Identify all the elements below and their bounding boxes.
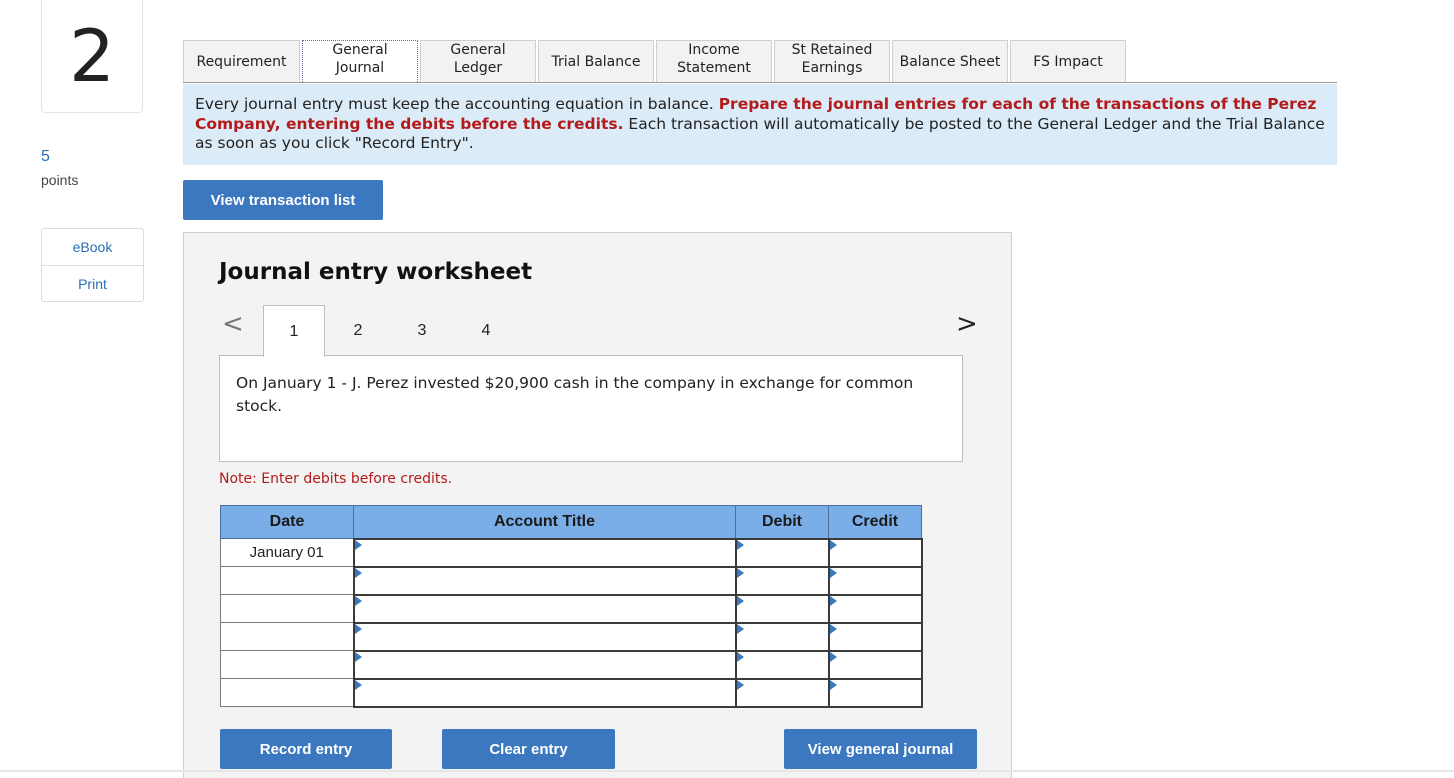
points-value: 5	[41, 148, 50, 165]
question-number: 2	[69, 14, 115, 98]
header-credit: Credit	[828, 505, 922, 539]
tab-label: General Journal	[332, 41, 388, 76]
record-entry-button[interactable]: Record entry	[220, 729, 392, 769]
debit-input[interactable]	[734, 565, 830, 596]
debit-input[interactable]	[734, 677, 830, 708]
side-links: eBook Print	[41, 228, 144, 302]
journal-entry-table: Date Account Title Debit Credit January …	[220, 505, 923, 708]
date-cell	[220, 650, 354, 679]
date-cell	[220, 678, 354, 707]
credit-input[interactable]	[827, 621, 923, 652]
transaction-description: On January 1 - J. Perez invested $20,900…	[219, 355, 963, 462]
date-cell	[220, 594, 354, 623]
header-date: Date	[220, 505, 354, 539]
instructions-lead: Every journal entry must keep the accoun…	[195, 95, 719, 113]
clear-entry-button[interactable]: Clear entry	[442, 729, 615, 769]
date-cell: January 01	[220, 538, 354, 567]
print-link[interactable]: Print	[42, 265, 143, 301]
tab-label: St Retained Earnings	[791, 41, 873, 76]
view-general-journal-button[interactable]: View general journal	[784, 729, 977, 769]
debit-input[interactable]	[734, 593, 830, 624]
table-row	[220, 621, 923, 652]
debit-input[interactable]	[734, 621, 830, 652]
header-account-title: Account Title	[353, 505, 736, 539]
requirement-tabs: Requirement General Journal General Ledg…	[183, 40, 1337, 83]
page-bottom-divider	[0, 770, 1454, 772]
account-title-input[interactable]	[352, 621, 737, 652]
page-tab-3[interactable]: 3	[391, 305, 453, 357]
tab-label: Income Statement	[677, 41, 751, 76]
page-tab-1[interactable]: 1	[263, 305, 325, 357]
account-title-input[interactable]	[352, 677, 737, 708]
account-title-input[interactable]	[352, 593, 737, 624]
tab-label: General Ledger	[450, 41, 506, 76]
credit-input[interactable]	[827, 677, 923, 708]
chevron-left-icon[interactable]: <	[222, 309, 244, 339]
account-title-input[interactable]	[352, 537, 737, 568]
ebook-link[interactable]: eBook	[42, 229, 143, 265]
table-row	[220, 593, 923, 624]
tab-fs-impact[interactable]: FS Impact	[1010, 40, 1126, 82]
tab-general-journal[interactable]: General Journal	[302, 40, 418, 82]
tab-st-retained-earnings[interactable]: St Retained Earnings	[774, 40, 890, 82]
debits-note: Note: Enter debits before credits.	[219, 471, 453, 487]
journal-entry-worksheet-panel: Journal entry worksheet < 1 2 3 4 > On J…	[183, 232, 1012, 778]
date-cell	[220, 566, 354, 595]
tab-income-statement[interactable]: Income Statement	[656, 40, 772, 82]
table-header-row: Date Account Title Debit Credit	[220, 505, 922, 539]
table-row	[220, 677, 923, 708]
account-title-input[interactable]	[352, 649, 737, 680]
page-tab-2[interactable]: 2	[327, 305, 389, 357]
tab-trial-balance[interactable]: Trial Balance	[538, 40, 654, 82]
credit-input[interactable]	[827, 649, 923, 680]
points-label: points	[41, 172, 79, 188]
date-cell	[220, 622, 354, 651]
credit-input[interactable]	[827, 537, 923, 568]
credit-input[interactable]	[827, 593, 923, 624]
account-title-input[interactable]	[352, 565, 737, 596]
credit-input[interactable]	[827, 565, 923, 596]
debit-input[interactable]	[734, 537, 830, 568]
table-row	[220, 649, 923, 680]
instructions-banner: Every journal entry must keep the accoun…	[183, 84, 1337, 165]
question-number-box: 2	[41, 0, 143, 113]
page-tab-4[interactable]: 4	[455, 305, 517, 357]
header-debit: Debit	[735, 505, 829, 539]
tab-general-ledger[interactable]: General Ledger	[420, 40, 536, 82]
table-row	[220, 565, 923, 596]
chevron-right-icon[interactable]: >	[956, 309, 978, 339]
tab-balance-sheet[interactable]: Balance Sheet	[892, 40, 1008, 82]
tab-requirement[interactable]: Requirement	[183, 40, 300, 82]
worksheet-title: Journal entry worksheet	[219, 259, 533, 285]
view-transaction-list-button[interactable]: View transaction list	[183, 180, 383, 220]
table-row: January 01	[220, 537, 923, 568]
debit-input[interactable]	[734, 649, 830, 680]
